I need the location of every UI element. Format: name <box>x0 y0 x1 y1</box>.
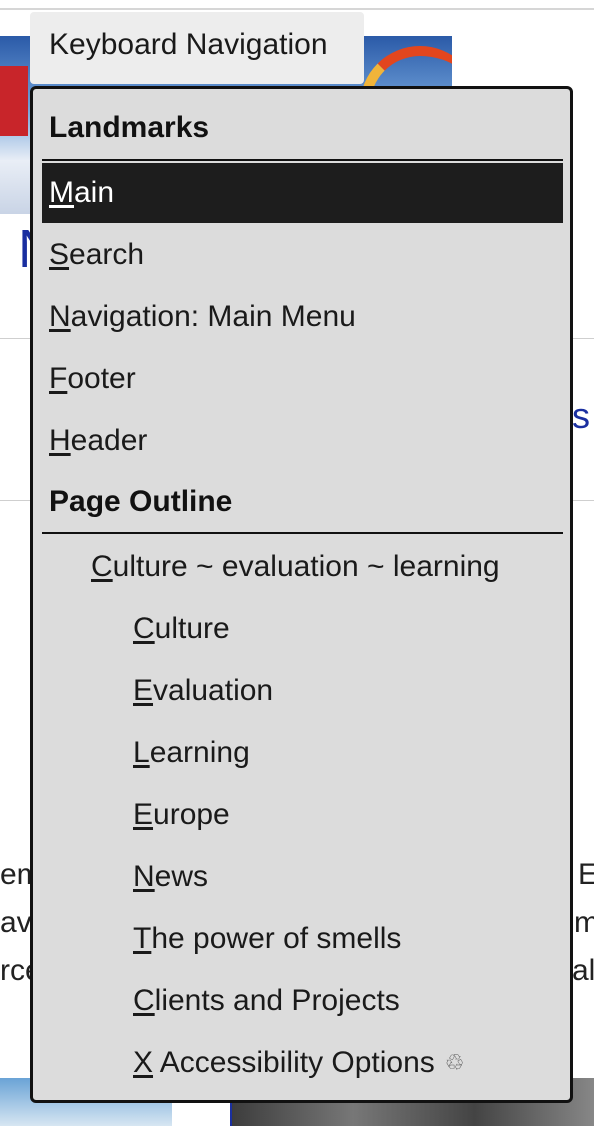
body-text-fragment: al <box>572 954 594 987</box>
outline-item[interactable]: The power of smells <box>42 909 563 969</box>
landmark-main[interactable]: Main <box>42 163 563 223</box>
accessibility-options-item[interactable]: X Accessibility Options ♲ <box>42 1033 563 1093</box>
body-text-fragment: E <box>578 858 594 891</box>
keyboard-navigation-menu: Landmarks Main Search Navigation: Main M… <box>30 86 573 1103</box>
outline-item[interactable]: Culture <box>42 599 563 659</box>
recycle-icon: ♲ <box>444 1050 465 1075</box>
landmark-header[interactable]: Header <box>42 411 563 471</box>
landmark-navigation-main-menu[interactable]: Navigation: Main Menu <box>42 287 563 347</box>
landmarks-separator <box>42 159 563 161</box>
banner-boat-shape <box>0 66 28 136</box>
browser-divider <box>0 8 594 10</box>
outline-item[interactable]: Europe <box>42 785 563 845</box>
nav-link-fragment[interactable]: s <box>572 398 590 434</box>
outline-item[interactable]: Learning <box>42 723 563 783</box>
body-text-fragment: m <box>574 906 594 939</box>
keyboard-navigation-toggle[interactable]: Keyboard Navigation <box>30 12 364 84</box>
outline-item[interactable]: Clients and Projects <box>42 971 563 1031</box>
page-outline-heading: Page Outline <box>49 485 233 518</box>
outline-item[interactable]: News <box>42 847 563 907</box>
outline-item[interactable]: Evaluation <box>42 661 563 721</box>
body-text-fragment: av <box>0 906 32 939</box>
landmark-footer[interactable]: Footer <box>42 349 563 409</box>
landmarks-heading: Landmarks <box>49 111 210 144</box>
outline-item[interactable]: Culture ~ evaluation ~ learning <box>42 537 563 597</box>
page-outline-separator <box>42 532 563 534</box>
landmark-search[interactable]: Search <box>42 225 563 285</box>
